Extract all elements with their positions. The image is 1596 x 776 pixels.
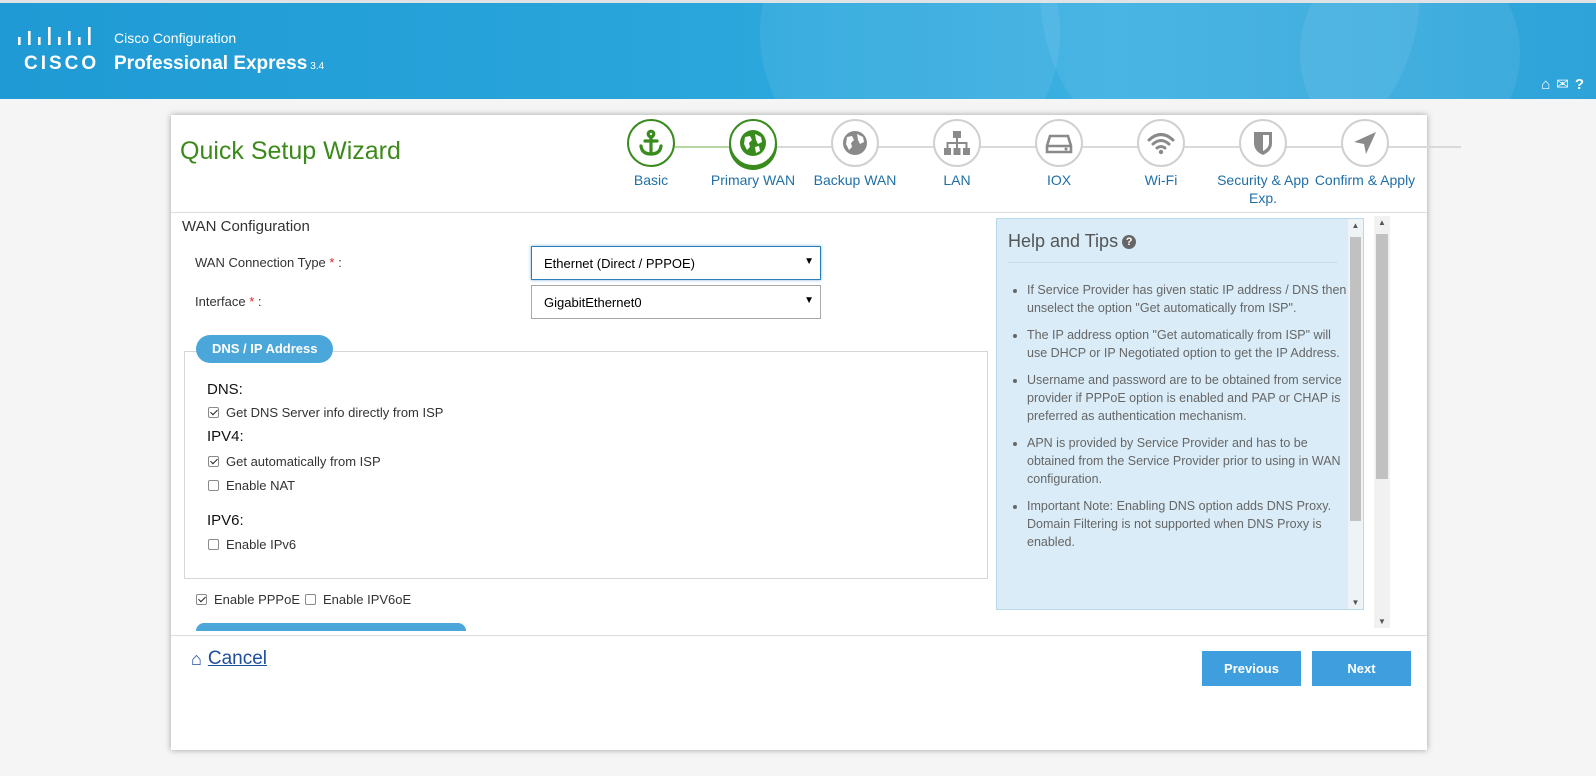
dropdown-arrow-icon: ▼ bbox=[804, 256, 814, 267]
dns-from-isp-label: Get DNS Server info directly from ISP bbox=[226, 405, 444, 420]
dns-ip-panel-tab[interactable]: DNS / IP Address bbox=[196, 335, 334, 363]
app-header: CISCO Cisco Configuration Professional E… bbox=[0, 0, 1596, 99]
scroll-thumb[interactable] bbox=[1376, 234, 1388, 479]
list-item: APN is provided by Service Provider and … bbox=[1027, 434, 1347, 488]
wan-connection-type-value: Ethernet (Direct / PPPOE) bbox=[544, 256, 695, 271]
list-item: The IP address option "Get automatically… bbox=[1027, 326, 1347, 362]
help-tips-list: If Service Provider has given static IP … bbox=[1008, 281, 1347, 560]
home-icon[interactable]: ⌂ bbox=[1541, 77, 1550, 92]
ipv4-auto-checkbox[interactable] bbox=[208, 456, 219, 467]
interface-select[interactable]: GigabitEthernet0 ▼ bbox=[531, 285, 821, 319]
enable-ipv6-option: Enable IPv6 bbox=[208, 537, 296, 552]
dropdown-arrow-icon: ▼ bbox=[804, 295, 814, 306]
enable-ipv6oe-label: Enable IPV6oE bbox=[323, 592, 412, 607]
step-label: Confirm & Apply bbox=[1314, 172, 1416, 188]
wan-type-label: WAN Connection Type * : bbox=[195, 255, 342, 270]
list-item: Username and password are to be obtained… bbox=[1027, 371, 1347, 425]
cancel-label: Cancel bbox=[207, 648, 268, 669]
next-button[interactable]: Next bbox=[1312, 651, 1411, 686]
divider bbox=[1008, 262, 1338, 263]
enable-ipv6oe-option: Enable IPV6oE bbox=[305, 592, 411, 607]
enable-pppoe-label: Enable PPPoE bbox=[214, 592, 301, 607]
ipv4-auto-option: Get automatically from ISP bbox=[208, 454, 381, 469]
enable-nat-option: Enable NAT bbox=[208, 478, 295, 493]
scroll-up-icon[interactable]: ▲ bbox=[1348, 221, 1363, 230]
shield-icon bbox=[1239, 119, 1287, 167]
enable-nat-checkbox[interactable] bbox=[208, 480, 219, 491]
home-icon: ⌂ bbox=[191, 648, 202, 669]
interface-label: Interface * : bbox=[195, 294, 262, 309]
interface-value: GigabitEthernet0 bbox=[544, 295, 642, 310]
dns-from-isp-checkbox[interactable] bbox=[208, 407, 219, 418]
server-icon bbox=[1035, 119, 1083, 167]
help-title: Help and Tips? bbox=[1008, 231, 1137, 252]
scroll-down-icon[interactable]: ▼ bbox=[1374, 617, 1390, 626]
wifi-icon bbox=[1137, 119, 1185, 167]
enable-ipv6-checkbox[interactable] bbox=[208, 539, 219, 550]
cisco-logo: CISCO bbox=[16, 27, 100, 75]
send-icon bbox=[1341, 119, 1389, 167]
next-panel-tab bbox=[196, 623, 466, 631]
wizard-card: Quick Setup Wizard Basic Primary WAN Bac… bbox=[171, 115, 1461, 750]
cancel-link[interactable]: ⌂ Cancel bbox=[191, 648, 267, 670]
step-confirm-apply[interactable]: Confirm & Apply bbox=[1305, 119, 1425, 189]
mail-icon[interactable]: ✉ bbox=[1556, 77, 1569, 92]
help-scrollbar[interactable]: ▲ ▼ bbox=[1348, 219, 1363, 609]
form-scrollbar[interactable]: ▲ ▼ bbox=[1374, 216, 1390, 628]
header-icon-bar: ⌂ ✉ ? bbox=[1541, 77, 1584, 92]
list-item: Important Note: Enabling DNS option adds… bbox=[1027, 497, 1347, 551]
enable-nat-label: Enable NAT bbox=[226, 478, 296, 493]
wizard-title: Quick Setup Wizard bbox=[180, 137, 401, 165]
enable-pppoe-checkbox[interactable] bbox=[196, 594, 207, 605]
ipv6-heading: IPV6: bbox=[207, 512, 244, 529]
scroll-down-icon[interactable]: ▼ bbox=[1348, 598, 1363, 607]
help-icon[interactable]: ? bbox=[1575, 77, 1584, 92]
ipv4-auto-label: Get automatically from ISP bbox=[226, 454, 381, 469]
scroll-up-icon[interactable]: ▲ bbox=[1374, 218, 1390, 227]
ipv4-heading: IPV4: bbox=[207, 428, 244, 445]
product-name-line1: Cisco Configuration bbox=[114, 30, 237, 46]
product-name: Professional Express 3.4 bbox=[114, 53, 324, 75]
anchor-icon bbox=[627, 119, 675, 167]
divider bbox=[171, 635, 1427, 636]
scroll-thumb[interactable] bbox=[1350, 237, 1361, 521]
network-icon bbox=[933, 119, 981, 167]
dns-heading: DNS: bbox=[207, 381, 243, 398]
enable-ipv6oe-checkbox[interactable] bbox=[305, 594, 316, 605]
product-version: 3.4 bbox=[310, 61, 325, 72]
question-icon: ? bbox=[1122, 235, 1137, 249]
section-title: WAN Configuration bbox=[182, 218, 310, 235]
product-name-line2: Professional Express bbox=[114, 53, 308, 74]
list-item: If Service Provider has given static IP … bbox=[1027, 281, 1347, 317]
help-panel: Help and Tips? If Service Provider has g… bbox=[996, 218, 1364, 610]
cisco-wordmark: CISCO bbox=[24, 53, 100, 74]
globe-icon bbox=[729, 119, 777, 167]
previous-button[interactable]: Previous bbox=[1202, 651, 1301, 686]
divider bbox=[171, 212, 1427, 213]
wan-connection-type-select[interactable]: Ethernet (Direct / PPPOE) ▼ bbox=[531, 246, 821, 280]
dns-from-isp-option: Get DNS Server info directly from ISP bbox=[208, 405, 443, 420]
globe-icon bbox=[831, 119, 879, 167]
enable-pppoe-option: Enable PPPoE bbox=[196, 592, 300, 607]
enable-ipv6-label: Enable IPv6 bbox=[226, 537, 297, 552]
